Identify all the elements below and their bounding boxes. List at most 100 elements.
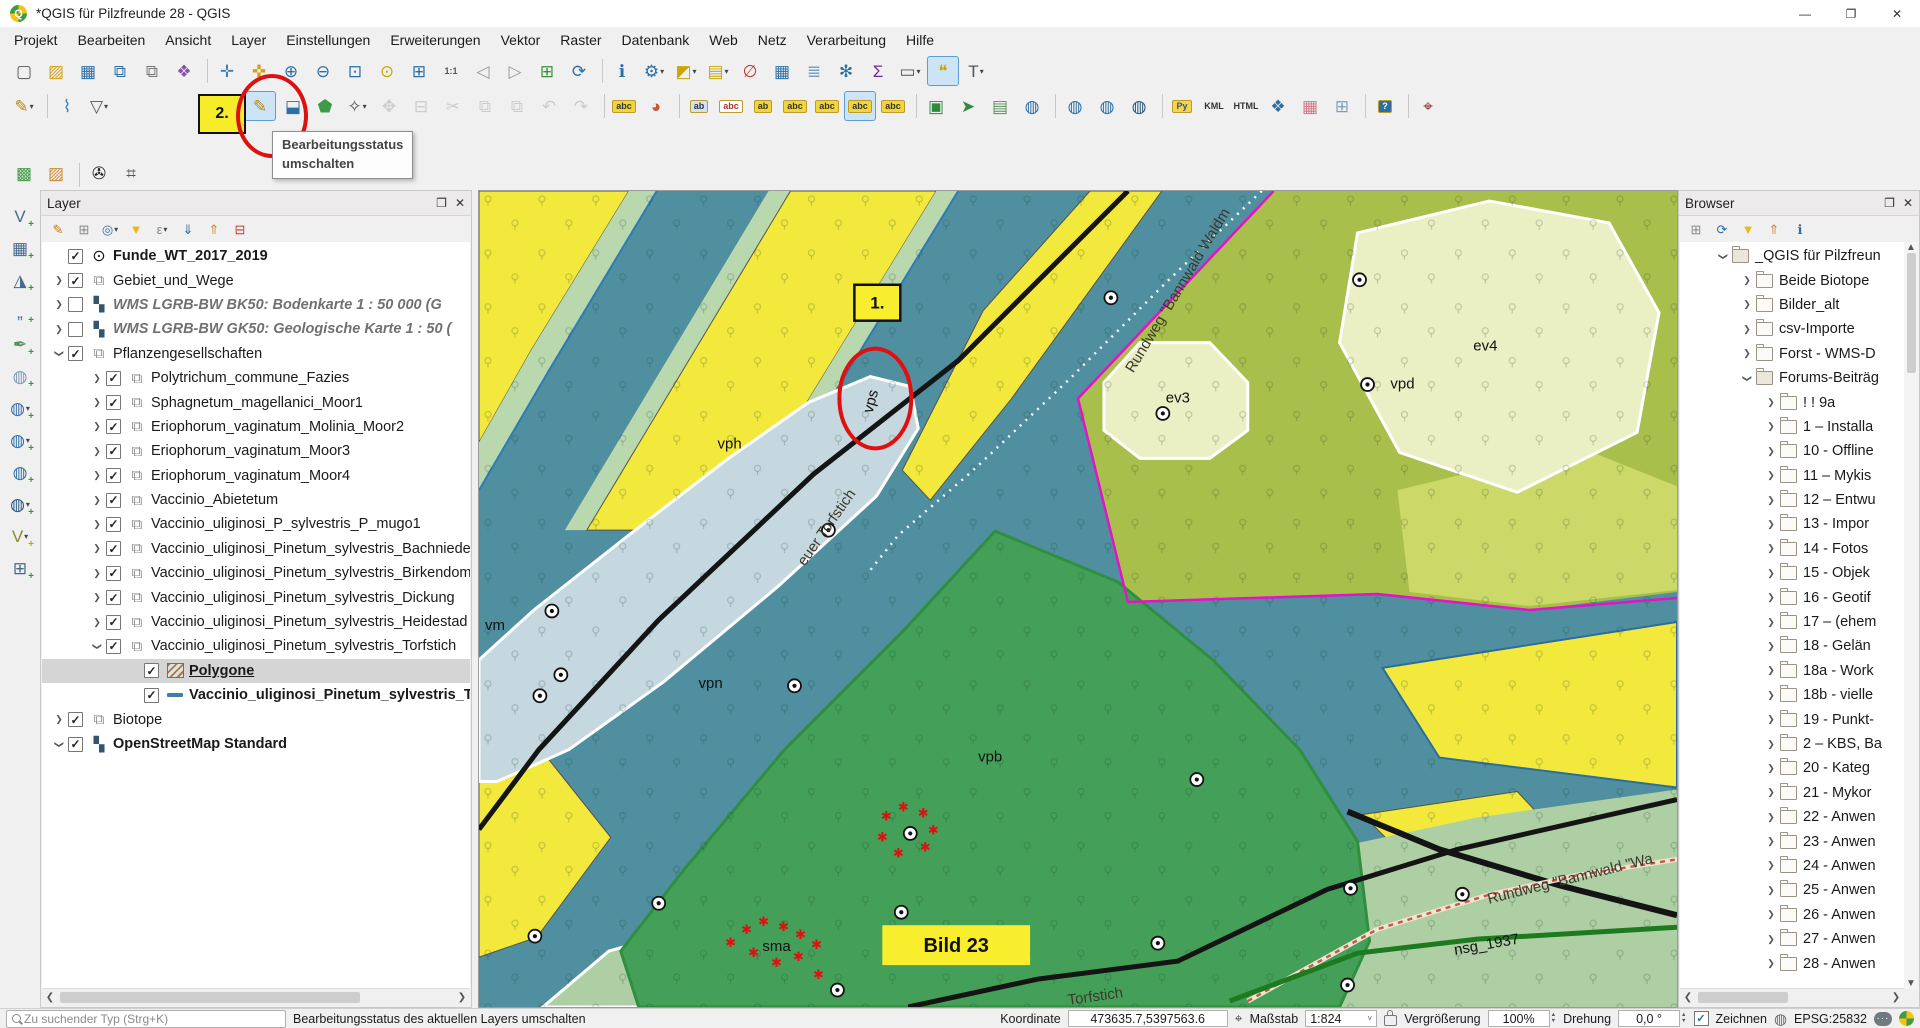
expander-icon[interactable]: ❯ [1762,617,1780,628]
expander-icon[interactable]: ❯ [1762,763,1780,774]
style-manager-icon[interactable]: ❖ [169,57,199,85]
copy-features-button[interactable]: ⧉ [470,92,500,120]
layer-checkbox[interactable]: ✓ [68,346,83,361]
redo-button[interactable]: ↷ [566,92,596,120]
stream-digitizing-button[interactable]: ⌇ [52,92,82,120]
zoom-full-extent-button[interactable]: ⊡ [340,57,370,85]
expander-icon[interactable]: ❯ [50,324,68,335]
gps-tools-button[interactable]: ▣ [921,92,951,120]
add-vector-layer-button[interactable]: V+ [5,202,35,230]
menu-ansicht[interactable]: Ansicht [155,27,221,53]
browser-row[interactable]: ❯15 - Objek [1680,561,1904,585]
layer-row[interactable]: ❯✓⧉Vaccinio_uliginosi_Pinetum_sylvestris… [42,561,470,585]
scroll-thumb[interactable] [60,992,360,1003]
expander-icon[interactable]: ❯ [88,592,106,603]
expander-icon[interactable]: ❯ [1762,958,1780,969]
rotation-spinbox[interactable]: 0,0 ° [1618,1010,1680,1027]
browser-row[interactable]: ❯11 – Mykis [1680,464,1904,488]
browser-row[interactable]: ❯18a - Work [1680,659,1904,683]
highlight-pinned-labels-button[interactable]: abc [716,92,746,120]
add-spatialite-layer-button[interactable]: ◍+ [5,362,35,390]
spinner-arrows-icon[interactable]: ▲▼ [1681,1013,1686,1024]
browser-vscrollbar[interactable]: ▲ ▼ [1904,242,1918,989]
browser-panel-float-icon[interactable]: ❐ [1884,196,1895,210]
layer-row[interactable]: ❯✓⧉Sphagnetum_magellanici_Moor1 [42,390,470,414]
expander-icon[interactable]: ❯ [1762,421,1780,432]
layer-row[interactable]: ❯✓▚OpenStreetMap Standard [42,732,470,756]
zoom-next-button[interactable]: ▷ [500,57,530,85]
add-wms-layer-button[interactable]: ◍+▾ [5,426,35,454]
expander-icon[interactable]: ❯ [1718,247,1729,265]
expander-icon[interactable]: ❯ [88,617,106,628]
expander-icon[interactable]: ❯ [88,495,106,506]
layer-row[interactable]: ❯✓⧉Eriophorum_vaginatum_Moor3 [42,439,470,463]
expander-icon[interactable]: ❯ [1762,519,1780,530]
expander-icon[interactable]: ❯ [88,470,106,481]
layer-checkbox[interactable]: ✓ [68,273,83,288]
crs-status[interactable]: EPSG:25832 [1794,1012,1867,1026]
locator-search-input[interactable]: Zu suchender Typ (Strg+K) [6,1010,286,1028]
offline-editing-button[interactable]: ◍ [1017,92,1047,120]
layers-panel-float-icon[interactable]: ❐ [436,196,447,210]
browser-row[interactable]: ❯16 - Geotif [1680,585,1904,609]
menu-netz[interactable]: Netz [748,27,797,53]
menu-verarbeitung[interactable]: Verarbeitung [797,27,896,53]
expander-icon[interactable]: ❯ [1762,470,1780,481]
expander-icon[interactable]: ❯ [1762,739,1780,750]
layer-row[interactable]: ✓⊙Funde_WT_2017_2019 [42,244,470,268]
browser-row[interactable]: ❯18b - vielle [1680,683,1904,707]
expander-icon[interactable]: ❯ [88,568,106,579]
layer-checkbox[interactable]: ✓ [106,468,121,483]
scroll-thumb[interactable] [1698,992,1788,1003]
add-selected-layers-button[interactable]: ⊞ [1684,218,1708,240]
expander-icon[interactable]: ❯ [1742,369,1753,387]
new-project-button[interactable]: ▢ [9,57,39,85]
layer-checkbox[interactable]: ✓ [106,615,121,630]
expander-icon[interactable]: ❯ [1738,348,1756,359]
add-postgis-layer-button[interactable]: ◍+▾ [5,394,35,422]
layer-row[interactable]: ❯✓⧉Vaccinio_uliginosi_Pinetum_sylvestris… [42,537,470,561]
layer-row[interactable]: ❯▚WMS LGRB-BW BK50: Bodenkarte 1 : 50 00… [42,293,470,317]
toggle-editing-button[interactable]: ✎ [244,91,276,121]
open-attribute-table-button[interactable]: ▦ [767,57,797,85]
layer-checkbox[interactable]: ✓ [106,566,121,581]
zoom-in-button[interactable]: ⊕ [276,57,306,85]
layer-checkbox[interactable]: ✓ [68,712,83,727]
new-map-view-button[interactable]: ⊞ [532,57,562,85]
scroll-up-icon[interactable]: ▲ [1904,242,1918,253]
pan-map-button[interactable]: ✛ [212,57,242,85]
layer-row[interactable]: ❯✓⧉Eriophorum_vaginatum_Molinia_Moor2 [42,415,470,439]
expander-icon[interactable]: ❯ [1762,543,1780,554]
run-feature-action-button[interactable]: ⚙▾ [639,57,669,85]
browser-row[interactable]: ❯_QGIS für Pilzfreun [1680,244,1904,268]
browser-row[interactable]: ❯18 - Gelän [1680,634,1904,658]
browser-row[interactable]: ❯19 - Punkt- [1680,707,1904,731]
select-by-value-button[interactable]: ▤▾ [703,57,733,85]
refresh-map-button[interactable]: ⟳ [564,57,594,85]
menu-layer[interactable]: Layer [221,27,276,53]
crs-globe-icon[interactable]: ◍ [1774,1010,1787,1028]
layer-row[interactable]: ❯▚WMS LGRB-BW GK50: Geologische Karte 1 … [42,317,470,341]
layer-row[interactable]: ❯✓⧉Polytrichum_commune_Fazies [42,366,470,390]
manage-map-themes-button[interactable]: ◎▾ [98,218,122,240]
browser-row[interactable]: ❯21 - Mykor [1680,781,1904,805]
paste-features-button[interactable]: ⧉ [502,92,532,120]
add-raster-layer-button[interactable]: ▦+ [5,234,35,262]
vertex-tool-button[interactable]: ✧▾ [342,92,372,120]
layer-checkbox[interactable]: ✓ [106,371,121,386]
browser-row[interactable]: ❯Forums-Beiträg [1680,366,1904,390]
expander-icon[interactable]: ❯ [88,421,106,432]
add-xyz-layer-button[interactable]: ◍+ [5,458,35,486]
scroll-left-icon[interactable]: ❮ [1680,992,1696,1003]
collapse-all-button[interactable]: ⇑ [202,218,226,240]
change-label-properties-button[interactable]: abc [878,92,908,120]
zoom-out-button[interactable]: ⊖ [308,57,338,85]
filter-browser-button[interactable]: ▼ [1736,218,1760,240]
layout-manager-button[interactable]: ⧉ [137,57,167,85]
menu-raster[interactable]: Raster [550,27,611,53]
layer-row[interactable]: ❯✓⧉Biotope [42,707,470,731]
scroll-right-icon[interactable]: ❯ [454,992,470,1003]
layer-row[interactable]: ✓Vaccinio_uliginosi_Pinetum_sylvestris_T… [42,683,470,707]
save-layer-edits-button[interactable]: ⬓ [278,92,308,120]
filter-by-expression-button[interactable]: ε▾ [150,218,174,240]
